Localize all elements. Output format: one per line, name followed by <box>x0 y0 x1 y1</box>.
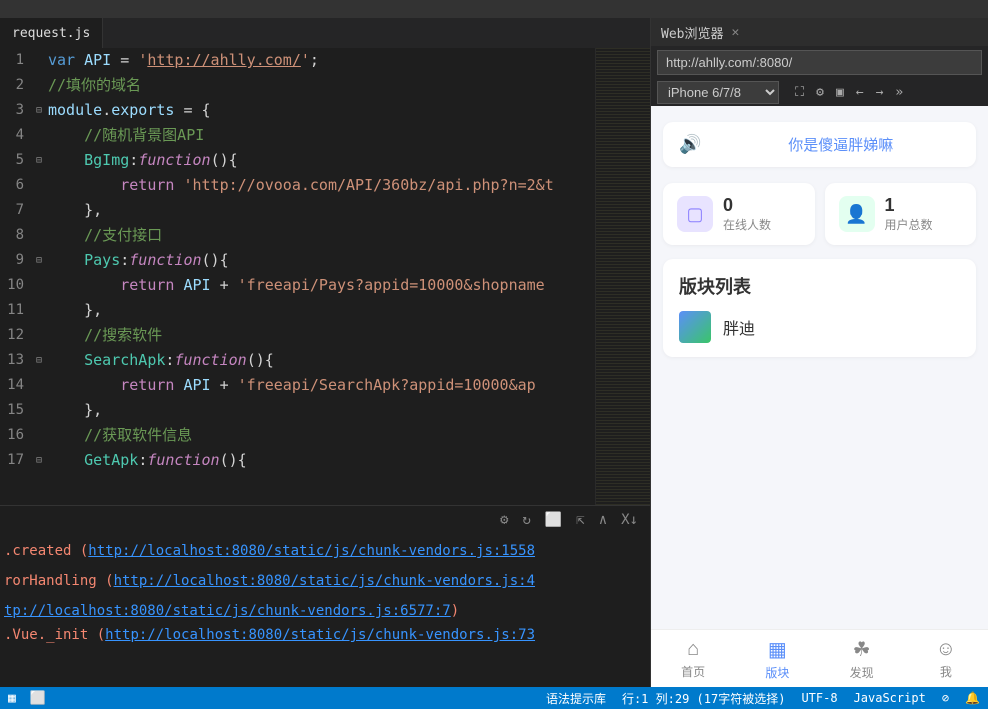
stop-icon[interactable]: ⬜ <box>545 512 562 528</box>
window-menubar <box>0 0 988 18</box>
close-icon[interactable]: X↓ <box>621 512 638 528</box>
board-icon <box>679 311 711 343</box>
sound-icon: 🔊 <box>679 134 701 155</box>
code-editor[interactable]: 1234567891011121314151617 ⊟⊟⊟⊟⊟ var API … <box>0 48 650 505</box>
bottom-nav: ⌂ 首页 ▦ 版块 ☘ 发现 ☺ 我 <box>651 629 988 687</box>
section-title: 版块列表 <box>679 273 960 299</box>
mobile-preview: 🔊 你是傻逼胖娣嘛 ▢ 0 在线人数 👤 1 用户总数 <box>651 106 988 687</box>
stack-link[interactable]: http://localhost:8080/static/js/chunk-ve… <box>88 543 535 559</box>
code-content[interactable]: var API = 'http://ahlly.com/';//填你的域名mod… <box>48 48 595 505</box>
fold-column[interactable]: ⊟⊟⊟⊟⊟ <box>30 48 48 505</box>
settings-icon[interactable]: ⚙ <box>816 85 824 100</box>
status-position[interactable]: 行:1 列:29 (17字符被选择) <box>622 690 785 707</box>
export-icon[interactable]: ⇱ <box>576 512 584 528</box>
section-boards: 版块列表 胖迪 <box>663 259 976 357</box>
stack-link[interactable]: http://localhost:8080/static/js/chunk-ve… <box>114 573 535 589</box>
url-bar <box>651 46 988 78</box>
bell-icon[interactable]: 🔔 <box>965 691 980 705</box>
banner-text: 你是傻逼胖娣嘛 <box>721 134 960 155</box>
url-input[interactable] <box>657 50 982 75</box>
stack-link[interactable]: tp://localhost:8080/static/js/chunk-vend… <box>4 603 451 619</box>
back-icon[interactable]: ← <box>856 85 864 100</box>
forward-icon[interactable]: → <box>876 85 884 100</box>
discover-icon: ☘ <box>853 637 871 662</box>
file-tab-request-js[interactable]: request.js <box>0 18 103 48</box>
minimap[interactable] <box>595 48 650 505</box>
close-icon[interactable]: ✕ <box>731 25 739 40</box>
stack-link[interactable]: http://localhost:8080/static/js/chunk-ve… <box>105 627 535 643</box>
cube-icon: ▢ <box>677 196 713 232</box>
user-icon: ☺ <box>936 638 956 661</box>
line-numbers: 1234567891011121314151617 <box>0 48 30 505</box>
nav-home[interactable]: ⌂ 首页 <box>651 630 735 687</box>
nav-discover[interactable]: ☘ 发现 <box>820 630 904 687</box>
tab-label: request.js <box>12 26 90 41</box>
status-language[interactable]: JavaScript <box>854 691 926 705</box>
warning-icon[interactable]: ⬜ <box>30 691 46 706</box>
editor-tabs: request.js <box>0 18 650 48</box>
user-icon: 👤 <box>839 196 875 232</box>
browser-toolbar: iPhone 6/7/8 ⛶ ⚙ ▣ ← → » <box>651 78 988 106</box>
editor-panel: request.js 1234567891011121314151617 ⊟⊟⊟… <box>0 18 650 687</box>
stats-row: ▢ 0 在线人数 👤 1 用户总数 <box>663 183 976 245</box>
grid-icon[interactable]: ▦ <box>8 691 16 706</box>
restart-icon[interactable]: ↻ <box>522 512 530 528</box>
browser-panel: Web浏览器 ✕ iPhone 6/7/8 ⛶ ⚙ ▣ ← → » 🔊 你是傻逼… <box>650 18 988 687</box>
grid-icon: ▦ <box>768 637 787 662</box>
list-item[interactable]: 胖迪 <box>679 311 960 343</box>
status-syntax[interactable]: 语法提示库 <box>546 690 606 707</box>
no-signal-icon[interactable]: ⊘ <box>942 691 949 705</box>
banner-card: 🔊 你是傻逼胖娣嘛 <box>663 122 976 167</box>
main-area: request.js 1234567891011121314151617 ⊟⊟⊟… <box>0 18 988 687</box>
more-icon[interactable]: » <box>895 85 903 100</box>
devtools-icon[interactable]: ▣ <box>836 85 844 100</box>
home-icon: ⌂ <box>687 638 699 661</box>
status-encoding[interactable]: UTF-8 <box>801 691 837 705</box>
stat-online[interactable]: ▢ 0 在线人数 <box>663 183 815 245</box>
rotate-icon[interactable]: ⛶ <box>795 85 804 100</box>
terminal-output[interactable]: .created (http://localhost:8080/static/j… <box>0 533 650 687</box>
stat-users[interactable]: 👤 1 用户总数 <box>825 183 977 245</box>
device-select[interactable]: iPhone 6/7/8 <box>657 81 779 104</box>
browser-tab[interactable]: Web浏览器 ✕ <box>651 18 988 46</box>
collapse-icon[interactable]: ∧ <box>599 512 607 528</box>
terminal-toolbar: ⚙ ↻ ⬜ ⇱ ∧ X↓ <box>0 505 650 533</box>
nav-me[interactable]: ☺ 我 <box>904 630 988 687</box>
nav-boards[interactable]: ▦ 版块 <box>735 630 819 687</box>
status-bar: ▦ ⬜ 语法提示库 行:1 列:29 (17字符被选择) UTF-8 JavaS… <box>0 687 988 709</box>
debug-icon[interactable]: ⚙ <box>500 512 508 528</box>
